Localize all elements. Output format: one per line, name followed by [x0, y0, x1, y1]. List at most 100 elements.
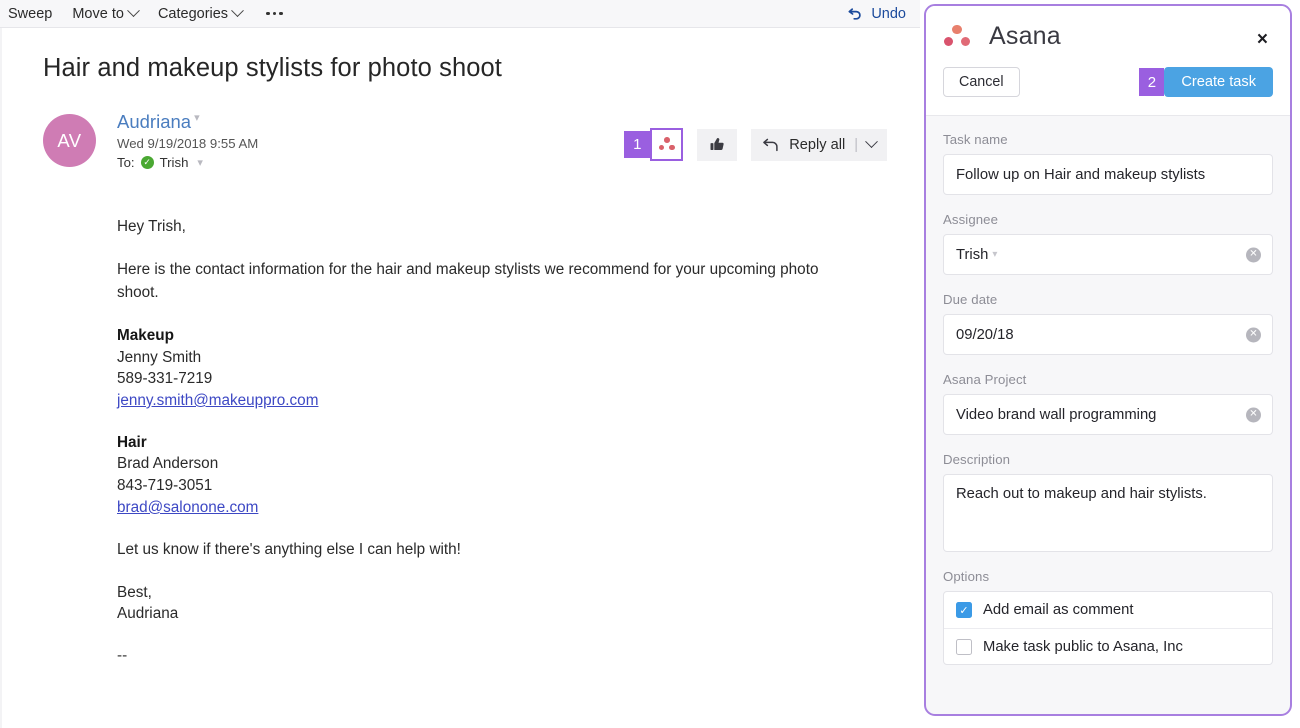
clear-project-icon[interactable]: ✕ — [1246, 407, 1261, 422]
options-group: ✓ Add email as comment Make task public … — [943, 591, 1273, 665]
email-action-bar: 1 — [624, 128, 887, 161]
due-date-label: Due date — [943, 292, 1273, 307]
reply-all-label: Reply all — [789, 137, 845, 153]
email-body-area: Hair and makeup stylists for photo shoot… — [0, 28, 920, 728]
chevron-down-icon[interactable] — [865, 135, 878, 148]
recipient-name[interactable]: Trish — [160, 155, 189, 170]
option-make-task-public[interactable]: Make task public to Asana, Inc — [944, 628, 1272, 664]
description-textarea[interactable]: Reach out to makeup and hair stylists. — [943, 474, 1273, 552]
verified-badge-icon: ✓ — [141, 156, 154, 169]
sender-expand-icon[interactable]: ▾ — [194, 111, 200, 124]
app-window: Sweep Move to Categories Und — [0, 0, 1300, 728]
recipient-expand-icon[interactable]: ▾ — [197, 156, 203, 169]
description-value: Reach out to makeup and hair stylists. — [956, 486, 1207, 502]
sweep-button[interactable]: Sweep — [0, 0, 62, 28]
dot-icon — [952, 25, 962, 35]
email-pane: Sweep Move to Categories Und — [0, 0, 920, 728]
hair-heading: Hair — [117, 434, 147, 451]
dot-icon — [659, 145, 665, 151]
task-name-input[interactable]: Follow up on Hair and makeup stylists — [943, 154, 1273, 195]
undo-label: Undo — [871, 6, 906, 22]
asana-task-panel: Asana × Cancel 2 Create task Task name F… — [924, 4, 1292, 716]
dot-icon — [961, 37, 971, 47]
clear-due-date-icon[interactable]: ✕ — [1246, 327, 1261, 342]
greeting-text: Hey Trish, — [117, 216, 837, 239]
signoff-text: Best, — [117, 582, 837, 604]
panel-brand: Asana — [943, 22, 1061, 51]
hair-phone: 843-719-3051 — [117, 475, 837, 497]
step-badge-1: 1 — [624, 131, 650, 158]
sender-line: Audriana▾ — [117, 111, 258, 133]
reply-all-button[interactable]: Reply all | — [751, 129, 887, 161]
create-task-button[interactable]: Create task — [1164, 67, 1273, 97]
dot-icon — [279, 12, 283, 16]
signature-separator: -- — [117, 645, 837, 668]
assignee-value: Trish — [956, 247, 988, 263]
makeup-phone: 589-331-7219 — [117, 368, 837, 390]
like-button[interactable] — [697, 129, 737, 161]
step-badge-2: 2 — [1139, 68, 1164, 96]
makeup-contact-block: Makeup Jenny Smith 589-331-7219 jenny.sm… — [117, 325, 837, 412]
categories-button[interactable]: Categories — [148, 0, 252, 28]
makeup-email-link[interactable]: jenny.smith@makeuppro.com — [117, 392, 318, 409]
email-timestamp: Wed 9/19/2018 9:55 AM — [117, 136, 258, 151]
chevron-down-icon — [231, 4, 244, 17]
project-input[interactable]: Video brand wall programming ✕ — [943, 394, 1273, 435]
panel-header: Asana × Cancel 2 Create task — [926, 6, 1290, 116]
cancel-button[interactable]: Cancel — [943, 67, 1020, 97]
undo-button[interactable]: Undo — [833, 0, 920, 28]
thumbs-up-icon — [709, 136, 726, 153]
hair-name: Brad Anderson — [117, 453, 837, 475]
makeup-heading: Makeup — [117, 327, 174, 344]
due-date-input[interactable]: 09/20/18 ✕ — [943, 314, 1273, 355]
recipients-line: To: ✓ Trish ▾ — [117, 155, 258, 170]
option-add-email-as-comment[interactable]: ✓ Add email as comment — [944, 592, 1272, 628]
email-toolbar: Sweep Move to Categories Und — [0, 0, 920, 28]
sender-block: Audriana▾ Wed 9/19/2018 9:55 AM To: ✓ Tr… — [117, 111, 258, 170]
task-name-value: Follow up on Hair and makeup stylists — [956, 167, 1205, 183]
checkbox-unchecked-icon[interactable] — [956, 639, 972, 655]
project-label: Asana Project — [943, 372, 1273, 387]
intro-text: Here is the contact information for the … — [117, 259, 837, 305]
assignee-input[interactable]: Trish ▾ ✕ — [943, 234, 1273, 275]
panel-action-row: Cancel 2 Create task — [943, 67, 1273, 97]
avatar: AV — [43, 114, 96, 167]
option-label: Add email as comment — [983, 602, 1134, 618]
email-message-body: Hey Trish, Here is the contact informati… — [117, 216, 837, 668]
signature-block: Best, Audriana — [117, 582, 837, 625]
dot-icon — [273, 12, 277, 16]
more-options-button[interactable] — [252, 0, 297, 28]
dot-icon — [266, 12, 270, 16]
asana-addin-button[interactable] — [650, 128, 683, 161]
categories-label: Categories — [158, 6, 228, 22]
panel-form: Task name Follow up on Hair and makeup s… — [926, 116, 1290, 665]
assignee-expand-icon: ▾ — [992, 249, 997, 260]
checkbox-checked-icon[interactable]: ✓ — [956, 602, 972, 618]
asana-dots-icon — [658, 137, 675, 152]
chevron-down-icon — [127, 4, 140, 17]
move-to-button[interactable]: Move to — [62, 0, 148, 28]
panel-title: Asana — [989, 22, 1061, 51]
move-to-label: Move to — [72, 6, 124, 22]
description-label: Description — [943, 452, 1273, 467]
clear-assignee-icon[interactable]: ✕ — [1246, 247, 1261, 262]
to-label: To: — [117, 155, 135, 170]
divider: | — [854, 137, 858, 153]
dot-icon — [944, 37, 954, 47]
sweep-label: Sweep — [8, 6, 52, 22]
hair-email-link[interactable]: brad@salonone.com — [117, 499, 258, 516]
assignee-label: Assignee — [943, 212, 1273, 227]
options-label: Options — [943, 569, 1273, 584]
dot-icon — [664, 137, 670, 143]
hair-contact-block: Hair Brad Anderson 843-719-3051 brad@sal… — [117, 432, 837, 519]
project-value: Video brand wall programming — [956, 407, 1156, 423]
signature-name: Audriana — [117, 603, 837, 625]
sender-name[interactable]: Audriana — [117, 111, 191, 133]
asana-logo-icon — [943, 25, 971, 49]
makeup-name: Jenny Smith — [117, 347, 837, 369]
reply-all-icon — [762, 137, 780, 153]
task-name-label: Task name — [943, 132, 1273, 147]
close-icon[interactable]: × — [1257, 30, 1268, 49]
due-date-value: 09/20/18 — [956, 327, 1014, 343]
dot-icon — [669, 145, 675, 151]
